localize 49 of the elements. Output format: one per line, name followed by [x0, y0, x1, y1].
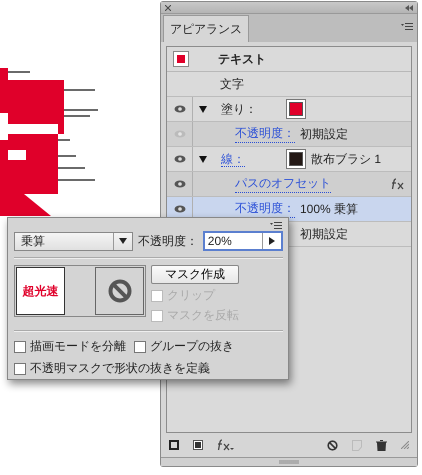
row-value: 初期設定: [300, 226, 348, 242]
row-label: 文字: [220, 76, 244, 92]
row-link[interactable]: 不透明度：: [235, 125, 295, 143]
appearance-row[interactable]: 塗り：: [167, 97, 411, 122]
fx-icon[interactable]: [391, 178, 405, 190]
square-icon[interactable]: [169, 440, 179, 450]
mask-thumbnail[interactable]: [95, 267, 144, 315]
option-checkbox[interactable]: グループの抜き: [134, 338, 234, 355]
appearance-row[interactable]: パスのオフセット: [167, 172, 411, 197]
expand-triangle-icon[interactable]: [199, 156, 207, 162]
row-value: 初期設定: [300, 126, 348, 142]
menu-icon[interactable]: [401, 23, 413, 30]
drag-handle-icon[interactable]: [279, 460, 299, 464]
make-mask-button[interactable]: マスク作成: [151, 265, 239, 284]
fx-icon[interactable]: [217, 439, 235, 451]
option-checkbox[interactable]: 不透明マスクで形状の抜きを定義: [14, 360, 210, 377]
option-checkbox[interactable]: 描画モードを分離: [14, 338, 126, 355]
row-link[interactable]: 線：: [221, 152, 245, 166]
no-sign-icon[interactable]: [327, 440, 338, 450]
eye-icon[interactable]: [174, 180, 186, 188]
panel-tab[interactable]: アピアランス: [163, 15, 249, 42]
appearance-row[interactable]: 線： 散布ブラシ 1: [167, 147, 411, 172]
collapse-icon[interactable]: [405, 4, 413, 10]
artwork-thumbnail[interactable]: 超光速: [16, 267, 65, 315]
row-value: 散布ブラシ 1: [311, 150, 382, 168]
trash-icon[interactable]: [376, 440, 387, 450]
close-icon[interactable]: [165, 4, 171, 10]
row-value: 100% 乗算: [300, 200, 358, 218]
opacity-label: 不透明度：: [138, 232, 198, 250]
row-label: 塗り：: [221, 102, 257, 116]
color-swatch[interactable]: [289, 102, 303, 116]
opacity-field[interactable]: 20%: [202, 231, 283, 251]
filled-square-icon[interactable]: [193, 440, 203, 450]
expand-triangle-icon[interactable]: [199, 106, 207, 112]
object-title: テキスト: [218, 50, 266, 68]
caret-icon: [269, 237, 275, 245]
appearance-row[interactable]: 不透明度： 初期設定: [167, 122, 411, 147]
row-link[interactable]: パスのオフセット: [235, 175, 331, 193]
eye-icon[interactable]: [174, 105, 186, 113]
color-swatch: [173, 51, 189, 67]
menu-icon[interactable]: [270, 222, 282, 229]
eye-icon[interactable]: [174, 155, 186, 163]
blend-mode-dropdown[interactable]: 乗算: [14, 232, 133, 250]
no-sign-icon: [108, 279, 132, 303]
eye-icon[interactable]: [174, 205, 186, 213]
caret-icon: [118, 238, 127, 244]
resize-grip-icon[interactable]: [401, 441, 409, 449]
appearance-row[interactable]: 不透明度： 100% 乗算: [167, 197, 411, 222]
color-swatch[interactable]: [289, 152, 303, 166]
